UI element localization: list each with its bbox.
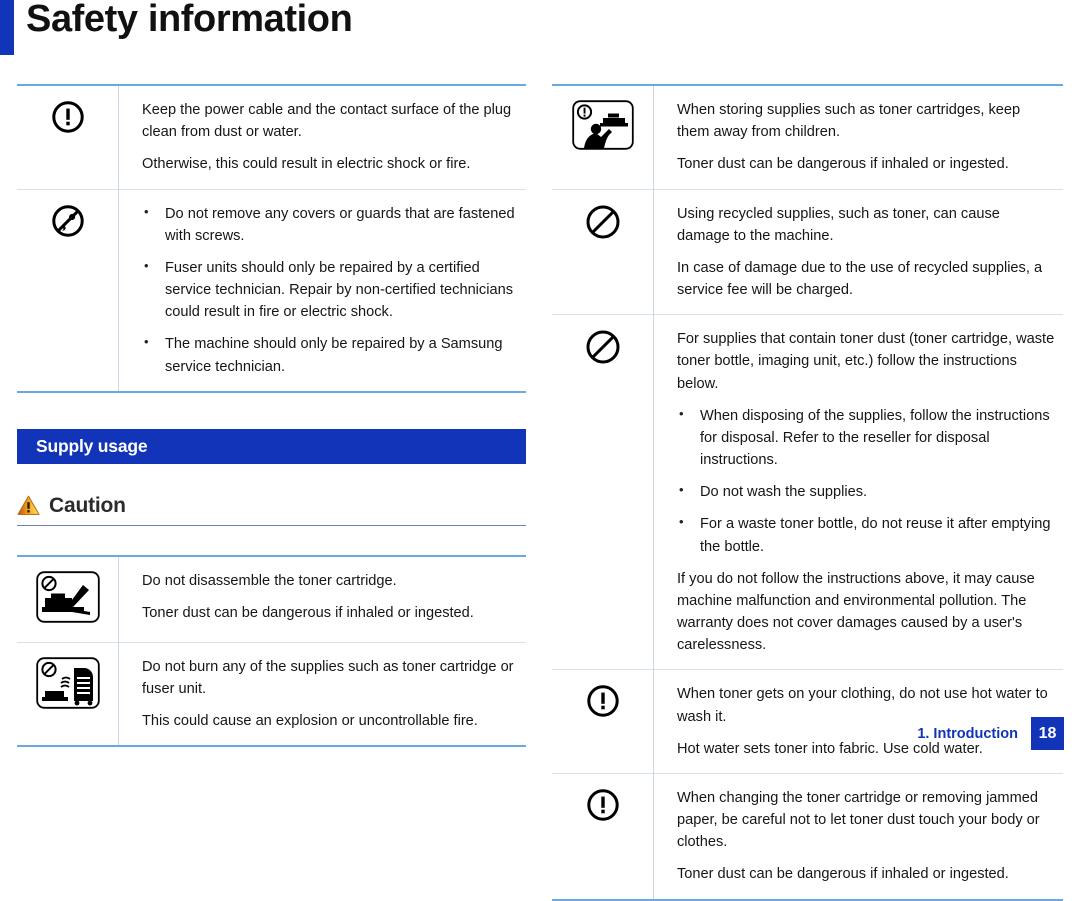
row-paragraph: Do not burn any of the supplies such as …	[142, 658, 514, 697]
no-disassemble-wrench-icon	[51, 204, 85, 238]
list-item: The machine should only be repaired by a…	[142, 332, 518, 377]
row-paragraph: For supplies that contain toner dust (to…	[677, 331, 1055, 392]
row-text-cell: When changing the toner cartridge or rem…	[653, 772, 1063, 900]
page-title: Safety information	[26, 0, 353, 40]
row-text-cell: Do not burn any of the supplies such as …	[118, 641, 526, 747]
footer-chapter-label: 1. Introduction	[917, 725, 1018, 742]
row-icon-cell	[552, 772, 654, 900]
table-row: When changing the toner cartridge or rem…	[552, 772, 1063, 900]
row-text-cell: For supplies that contain toner dust (to…	[653, 314, 1063, 670]
row-icon-cell	[17, 556, 119, 643]
row-paragraph: In case of damage due to the use of recy…	[677, 259, 1043, 299]
title-accent-bar	[0, 0, 14, 55]
row-paragraph: Do not disassemble the toner cartridge.	[142, 572, 397, 589]
section-banner-supply-usage: Supply usage	[17, 428, 526, 464]
list-item: Do not remove any covers or guards that …	[142, 202, 518, 247]
list-item: Fuser units should only be repaired by a…	[142, 256, 518, 324]
section-banner-label: Supply usage	[36, 435, 148, 456]
row-text-cell: Using recycled supplies, such as toner, …	[653, 188, 1063, 315]
bullet-list: Do not remove any covers or guards that …	[142, 202, 518, 378]
safety-table-top: Keep the power cable and the contact sur…	[17, 84, 526, 393]
list-item: Do not wash the supplies.	[677, 480, 1055, 503]
no-burn-supplies-icon	[35, 657, 100, 709]
row-icon-cell	[552, 669, 654, 774]
row-icon-cell	[552, 85, 654, 189]
exclamation-circle-icon	[586, 788, 620, 822]
row-paragraph: Toner dust can be dangerous if inhaled o…	[142, 604, 474, 621]
prohibition-icon	[585, 204, 621, 240]
row-paragraph: Keep the power cable and the contact sur…	[142, 102, 512, 141]
warning-triangle-icon	[17, 495, 40, 516]
list-item: When disposing of the supplies, follow t…	[677, 404, 1055, 472]
row-icon-cell	[552, 188, 654, 315]
safety-table-bottom: Do not disassemble the toner cartridge. …	[17, 554, 526, 748]
row-paragraph: When changing the toner cartridge or rem…	[677, 789, 1040, 851]
table-row: Do not disassemble the toner cartridge. …	[17, 555, 526, 643]
left-column: Keep the power cable and the contact sur…	[17, 84, 526, 748]
prohibition-icon	[585, 329, 621, 365]
row-text-cell: Do not disassemble the toner cartridge. …	[118, 555, 526, 643]
row-paragraph: Otherwise, this could result in electric…	[142, 156, 471, 173]
page-footer: 1. Introduction 18	[917, 717, 1064, 750]
row-text-cell: Do not remove any covers or guards that …	[118, 188, 526, 392]
page-header: Safety information	[0, 0, 1080, 66]
row-icon-cell	[17, 188, 119, 392]
caution-label: Caution	[49, 493, 126, 517]
caution-heading: Caution	[17, 494, 526, 526]
exclamation-circle-icon	[586, 684, 620, 718]
row-icon-cell	[552, 314, 654, 670]
table-row: For supplies that contain toner dust (to…	[552, 314, 1063, 670]
safety-table-right: When storing supplies such as toner cart…	[552, 84, 1063, 901]
row-icon-cell	[17, 85, 119, 189]
table-row: Do not remove any covers or guards that …	[17, 188, 526, 392]
list-item: For a waste toner bottle, do not reuse i…	[677, 512, 1055, 557]
no-disassemble-toner-cartridge-icon	[35, 571, 100, 623]
row-paragraph: When storing supplies such as toner cart…	[677, 102, 1021, 141]
row-paragraph: Using recycled supplies, such as toner, …	[677, 205, 1000, 244]
row-paragraph: Toner dust can be dangerous if inhaled o…	[677, 866, 1009, 883]
row-text-cell: Keep the power cable and the contact sur…	[118, 85, 526, 190]
row-paragraph: If you do not follow the instructions ab…	[677, 570, 1035, 654]
row-paragraph: This could cause an explosion or uncontr…	[142, 713, 478, 730]
bullet-list: When disposing of the supplies, follow t…	[677, 404, 1055, 558]
table-row: Using recycled supplies, such as toner, …	[552, 188, 1063, 315]
keep-away-from-children-icon	[571, 100, 634, 150]
footer-page-number: 18	[1031, 717, 1064, 750]
row-icon-cell	[17, 641, 119, 747]
row-paragraph: Toner dust can be dangerous if inhaled o…	[677, 156, 1009, 173]
row-text-cell: When storing supplies such as toner cart…	[653, 85, 1063, 190]
table-row: Do not burn any of the supplies such as …	[17, 641, 526, 747]
right-column: When storing supplies such as toner cart…	[552, 84, 1063, 901]
table-row: Keep the power cable and the contact sur…	[17, 85, 526, 190]
table-row: When storing supplies such as toner cart…	[552, 85, 1063, 190]
exclamation-circle-icon	[51, 100, 85, 134]
